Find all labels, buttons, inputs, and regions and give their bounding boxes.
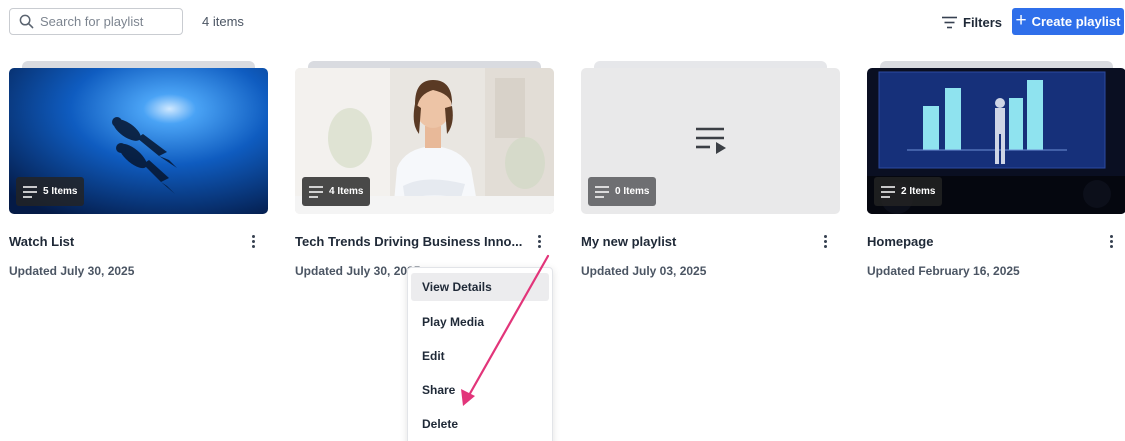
playlist-updated: Updated July 03, 2025 [581, 264, 707, 278]
search-input[interactable] [40, 14, 180, 29]
more-options-button[interactable] [246, 231, 260, 251]
playlist-title[interactable]: Homepage [867, 234, 1097, 249]
more-options-button[interactable] [532, 231, 546, 251]
playlist-thumbnail[interactable]: 2 Items [867, 68, 1125, 214]
playlist-updated: Updated July 30, 2025 [9, 264, 135, 278]
create-playlist-button[interactable]: + Create playlist [1012, 8, 1124, 35]
playlist-title[interactable]: Watch List [9, 234, 239, 249]
playlist-icon [23, 185, 37, 198]
menu-item-edit[interactable]: Edit [411, 339, 549, 373]
items-badge: 0 Items [588, 177, 657, 206]
items-count: 2 Items [901, 186, 936, 197]
playlist-updated: Updated July 30, 2025 [295, 264, 421, 278]
menu-item-view-details[interactable]: View Details [411, 273, 549, 301]
playlist-icon [595, 185, 609, 198]
items-badge: 5 Items [16, 177, 85, 206]
item-count: 4 items [202, 14, 244, 29]
playlist-updated: Updated February 16, 2025 [867, 264, 1020, 278]
menu-item-share[interactable]: Share [411, 373, 549, 407]
filters-label: Filters [963, 14, 1003, 30]
search-icon [19, 14, 34, 29]
items-badge: 4 Items [302, 177, 371, 206]
menu-item-play-media[interactable]: Play Media [411, 305, 549, 339]
more-options-button[interactable] [818, 231, 832, 251]
filters-button[interactable]: Filters [942, 9, 1002, 35]
items-count: 4 Items [329, 186, 364, 197]
search-box[interactable] [9, 8, 183, 35]
items-count: 0 Items [615, 186, 650, 197]
playlist-thumbnail[interactable]: 0 Items [581, 68, 840, 214]
playlist-thumbnail[interactable]: 5 Items [9, 68, 268, 214]
playlist-thumbnail[interactable]: 4 Items [295, 68, 554, 214]
playlist-icon [881, 185, 895, 198]
create-playlist-label: Create playlist [1031, 14, 1121, 29]
items-badge: 2 Items [874, 177, 943, 206]
playlist-placeholder-icon [696, 127, 726, 154]
filter-icon [942, 16, 957, 28]
menu-item-delete[interactable]: Delete [411, 407, 549, 441]
playlist-icon [309, 185, 323, 198]
playlist-title[interactable]: My new playlist [581, 234, 811, 249]
playlist-context-menu: View Details Play Media Edit Share Delet… [407, 267, 553, 441]
plus-icon: + [1015, 10, 1027, 31]
more-options-button[interactable] [1104, 231, 1118, 251]
items-count: 5 Items [43, 186, 78, 197]
playlist-title[interactable]: Tech Trends Driving Business Inno... [295, 234, 525, 249]
